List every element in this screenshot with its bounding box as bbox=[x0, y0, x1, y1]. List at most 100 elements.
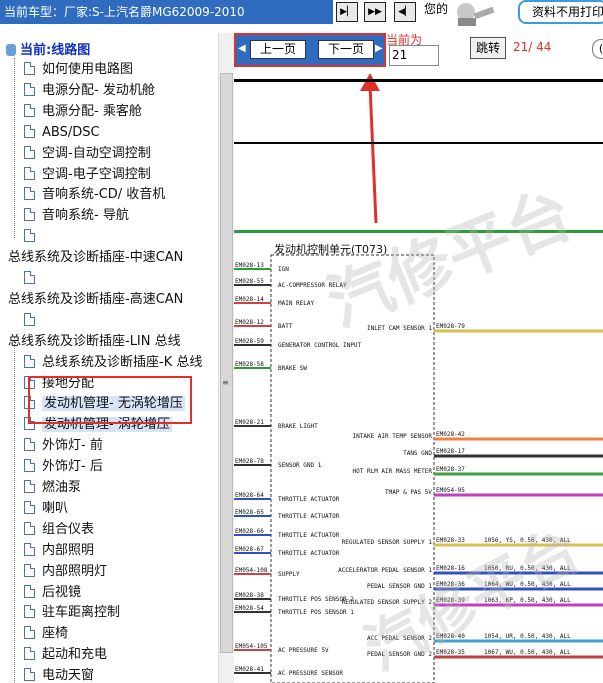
scrollbar-thumb[interactable] bbox=[220, 73, 233, 653]
left-pin-code: EM028-38 bbox=[235, 592, 264, 599]
left-pin-code: EM028-78 bbox=[235, 458, 264, 465]
top-bar: 当前车型：厂家:S-上汽名爵MG62009-2010 ▶▏ ▶▶ ◀▏ 您的 资… bbox=[0, 0, 603, 28]
document-icon bbox=[24, 647, 35, 661]
right-pin-label: HOT RLM AIR MASS METER bbox=[353, 468, 433, 475]
top-rule bbox=[234, 79, 603, 82]
tree-item-label: 音响系统- 导航 bbox=[42, 208, 129, 224]
document-icon bbox=[24, 229, 35, 243]
tree-item[interactable]: 电源分配- 发动机舱 bbox=[24, 81, 155, 101]
tree-item[interactable]: 音响系统- 导航 bbox=[24, 206, 129, 226]
tree-group[interactable]: 总线系统及诊断插座-中速CAN bbox=[8, 248, 183, 268]
tree-item[interactable]: 外饰灯- 前 bbox=[24, 436, 103, 456]
tree-item[interactable]: 总线系统及诊断插座-K 总线 bbox=[24, 353, 202, 373]
highlight-box bbox=[28, 376, 192, 424]
tree-item-label: 空调-电子空调控制 bbox=[42, 166, 151, 182]
document-icon bbox=[24, 82, 35, 96]
right-pin-code: EM028-37 bbox=[436, 466, 465, 473]
tree-item-label: 音响系统-CD/ 收音机 bbox=[42, 187, 166, 203]
document-icon bbox=[24, 584, 35, 598]
tree-item-label: 电动天窗 bbox=[42, 668, 95, 683]
tree-item[interactable]: 喇叭 bbox=[24, 499, 68, 519]
right-pin-code: EM028-33 bbox=[436, 537, 465, 544]
left-pin-label: THROTTLE ACTUATOR bbox=[278, 496, 340, 503]
tree-group[interactable]: 总线系统及诊断插座-LIN 总线 bbox=[8, 332, 181, 352]
wire-spec: 1067, WU, 0.50, 430, ALL bbox=[484, 649, 571, 656]
rewind-button[interactable]: ◀▏ bbox=[394, 2, 416, 22]
tree-item[interactable]: 如何使用电路图 bbox=[24, 60, 133, 80]
notice-banner: 资料不用打印 bbox=[518, 0, 603, 24]
tree-item-label: 电源分配- 乘客舱 bbox=[42, 103, 142, 119]
document-icon bbox=[24, 459, 35, 473]
fast-forward-button[interactable]: ▶▶ bbox=[364, 2, 386, 22]
tree-root[interactable]: 当前:线路图 bbox=[6, 39, 90, 58]
tree-item[interactable]: 驻车距离控制 bbox=[24, 603, 120, 623]
document-icon bbox=[24, 208, 35, 222]
tree-item[interactable]: 空调-自动空调控制 bbox=[24, 144, 151, 164]
document-icon bbox=[24, 103, 35, 117]
left-pin-code: EM028-55 bbox=[235, 278, 264, 285]
tree-item[interactable]: 座椅 bbox=[24, 624, 68, 644]
left-pin-code: EM028-13 bbox=[235, 262, 264, 269]
document-icon bbox=[24, 668, 35, 682]
tree-group[interactable]: 总线系统及诊断插座-高速CAN bbox=[8, 290, 183, 310]
tree-item-label: 后视镜 bbox=[42, 584, 82, 600]
grip-icon: ≡ bbox=[222, 378, 229, 387]
tree-item[interactable]: 音响系统-CD/ 收音机 bbox=[24, 185, 165, 205]
document-icon bbox=[24, 605, 35, 619]
tree-item-label: 座椅 bbox=[42, 626, 69, 642]
tree-item[interactable]: 内部照明 bbox=[24, 541, 94, 561]
tree-item[interactable]: 组合仪表 bbox=[24, 520, 94, 540]
play-button[interactable]: ▶▏ bbox=[336, 2, 358, 22]
left-pin-label: BRAKE LIGHT bbox=[278, 423, 318, 430]
tree-item[interactable] bbox=[24, 269, 42, 289]
document-icon bbox=[24, 124, 35, 138]
left-pin-label: THROTTLE ACTUATOR bbox=[278, 550, 340, 557]
left-pin-label: IGN bbox=[278, 266, 289, 273]
left-pin-code: EM028-58 bbox=[235, 361, 264, 368]
left-pin-label: THROTTLE POS SENSOR 1 bbox=[278, 609, 354, 616]
tree-item[interactable]: 外饰灯- 后 bbox=[24, 457, 103, 477]
right-pin-code: EM028-79 bbox=[436, 323, 465, 330]
left-pin-code: EM028-64 bbox=[235, 492, 264, 499]
tree-item[interactable]: 内部照明灯 bbox=[24, 562, 107, 582]
document-icon bbox=[24, 166, 35, 180]
document-icon bbox=[24, 521, 35, 535]
right-pin-code: EM028-17 bbox=[436, 448, 465, 455]
document-icon bbox=[24, 563, 35, 577]
tree-item-label: 如何使用电路图 bbox=[42, 62, 134, 77]
tree-item-label: ABS/DSC bbox=[42, 124, 100, 140]
tree-item-label: 内部照明 bbox=[42, 542, 95, 558]
car-type-label: 当前车型：厂家:S-上汽名爵MG62009-2010 bbox=[0, 0, 333, 24]
tree-item[interactable]: 燃油泵 bbox=[24, 478, 81, 498]
left-pin-label: SUPPLY bbox=[278, 571, 300, 578]
tree-item[interactable]: 后视镜 bbox=[24, 583, 81, 603]
right-pin-code: EM028-42 bbox=[436, 431, 465, 438]
tree-item[interactable]: ABS/DSC bbox=[24, 123, 100, 143]
wire-spec: 1054, UR, 0.50, 430, ALL bbox=[484, 633, 571, 640]
document-icon bbox=[24, 542, 35, 556]
tree-item[interactable]: 电动天窗 bbox=[24, 666, 94, 683]
sidebar-scrollbar[interactable]: ≡ bbox=[218, 33, 234, 683]
left-pin-code: EM028-41 bbox=[235, 666, 264, 673]
tree-item[interactable]: 电源分配- 乘客舱 bbox=[24, 102, 142, 122]
document-icon bbox=[24, 271, 35, 284]
tree-item[interactable]: 空调-电子空调控制 bbox=[24, 165, 151, 185]
document-icon bbox=[24, 145, 35, 159]
left-pin-code: EM028-12 bbox=[235, 319, 264, 326]
left-pin-code: EM028-21 bbox=[235, 419, 264, 426]
tree-item[interactable]: 起动和充电 bbox=[24, 645, 107, 665]
left-pin-code: EM028-59 bbox=[235, 338, 264, 345]
tree-item-label: 内部照明灯 bbox=[42, 563, 108, 579]
tree-item-label: 喇叭 bbox=[42, 500, 69, 516]
document-icon bbox=[24, 312, 35, 326]
tree-line bbox=[14, 337, 15, 683]
document-icon bbox=[24, 438, 35, 452]
document-icon bbox=[24, 480, 35, 493]
left-pin-code: EM028-66 bbox=[235, 528, 264, 535]
left-pin-label: BRAKE SW bbox=[278, 365, 307, 372]
left-pin-code: EM028-14 bbox=[235, 296, 264, 303]
tree-item[interactable] bbox=[24, 227, 42, 247]
tree-line bbox=[14, 58, 15, 238]
tree-item[interactable] bbox=[24, 311, 42, 331]
left-pin-label: AC PRESSURE SENSOR bbox=[278, 670, 343, 677]
